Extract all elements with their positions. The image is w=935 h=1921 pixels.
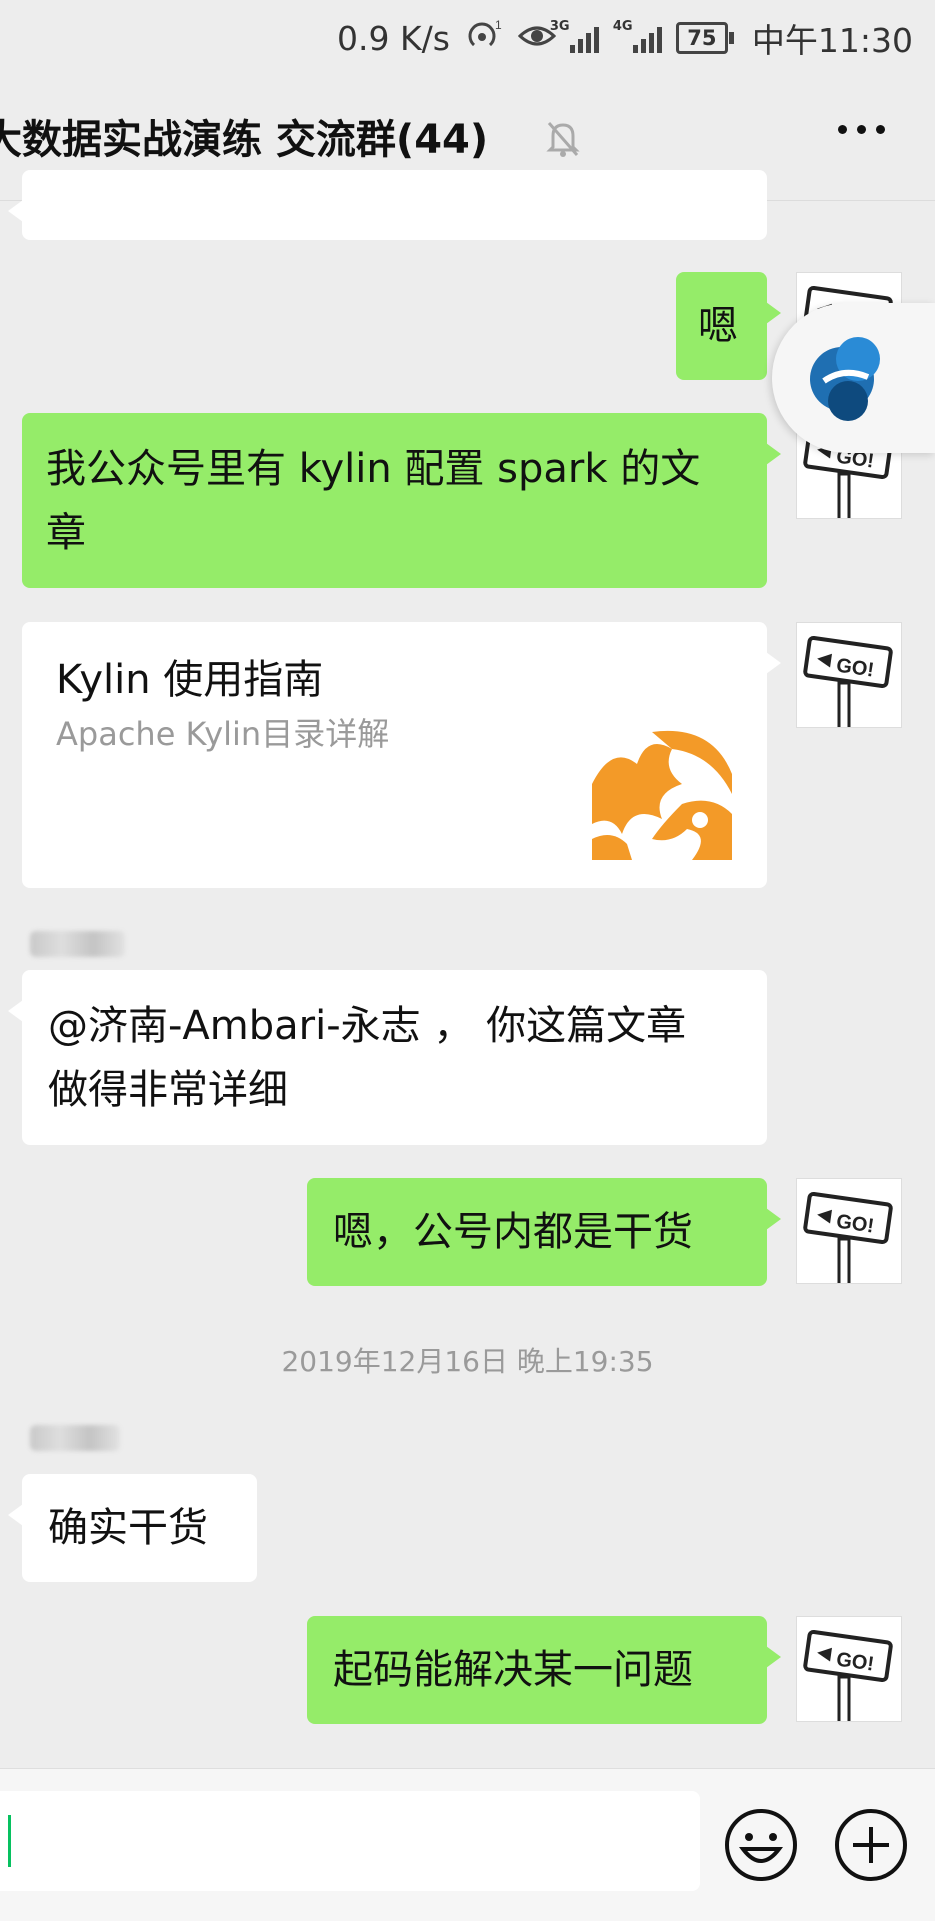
message-text: 确实干货	[48, 1505, 208, 1551]
link-card-description: Apache Kylin目录详解	[56, 715, 390, 753]
message-bubble-self[interactable]: 嗯	[676, 272, 781, 380]
network-speed: 0.9 K/s	[336, 18, 450, 58]
message-bubble-other[interactable]: 确实干货	[8, 1474, 257, 1582]
message-text: 起码能解决某一问题	[333, 1647, 693, 1693]
avatar[interactable]: GO!	[796, 1178, 902, 1284]
hotspot-icon: 1	[464, 17, 504, 59]
battery-icon: 75	[675, 22, 734, 54]
smiley-icon[interactable]	[723, 1807, 799, 1887]
assistant-logo-icon	[810, 337, 880, 421]
message-text: 嗯	[698, 303, 738, 349]
avatar[interactable]: GO!	[796, 1616, 902, 1722]
chat-title[interactable]: 大数据实战演练 交流群(44)	[0, 107, 488, 165]
message-text-line: 我公众号里有 kylin 配置 spark 的文	[46, 446, 701, 492]
ellipsis-icon[interactable]	[838, 125, 885, 134]
link-card[interactable]: Kylin 使用指南 Apache Kylin目录详解	[22, 622, 781, 888]
plus-circle-icon[interactable]	[833, 1807, 909, 1887]
go-sign-icon: GO!	[803, 635, 893, 727]
message-bubble-self[interactable]: 嗯，公号内都是干货	[307, 1178, 781, 1286]
input-bar	[0, 1768, 935, 1921]
sender-name-redacted	[30, 1425, 120, 1451]
message-bubble-other[interactable]: @济南-Ambari-永志 ， 你这篇文章 做得非常详细	[8, 970, 767, 1145]
status-bar: 0.9 K/s 1 3G 4G 75 中午11:30	[0, 0, 935, 75]
signal-3g-icon: 3G	[550, 19, 599, 53]
avatar[interactable]: GO!	[796, 622, 902, 728]
message-bubble-self[interactable]: 我公众号里有 kylin 配置 spark 的文 章	[22, 413, 781, 588]
message-bubble-self[interactable]: 起码能解决某一问题	[307, 1616, 781, 1724]
time-divider: 2019年12月16日 晚上19:35	[281, 1345, 654, 1378]
message-text: 嗯，公号内都是干货	[333, 1209, 693, 1255]
message-text-line: 做得非常详细	[48, 1067, 288, 1113]
message-input[interactable]	[0, 1791, 700, 1891]
go-sign-icon: GO!	[803, 1629, 893, 1721]
text-caret	[8, 1815, 11, 1867]
link-card-title: Kylin 使用指南	[56, 657, 324, 703]
floating-assistant-button[interactable]	[772, 303, 935, 453]
sender-name-redacted	[30, 931, 125, 957]
message-text-line: @济南-Ambari-永志 ， 你这篇文章	[48, 1003, 687, 1049]
message-bubble-partial	[8, 170, 767, 240]
signal-4g-icon: 4G	[613, 19, 662, 53]
go-sign-icon: GO!	[803, 1191, 893, 1283]
svg-text:1: 1	[495, 18, 502, 32]
kylin-logo-icon	[592, 724, 732, 860]
battery-level: 75	[687, 26, 717, 50]
message-text-line: 章	[46, 510, 86, 556]
clock: 中午11:30	[751, 21, 913, 60]
bell-off-icon	[545, 119, 581, 163]
